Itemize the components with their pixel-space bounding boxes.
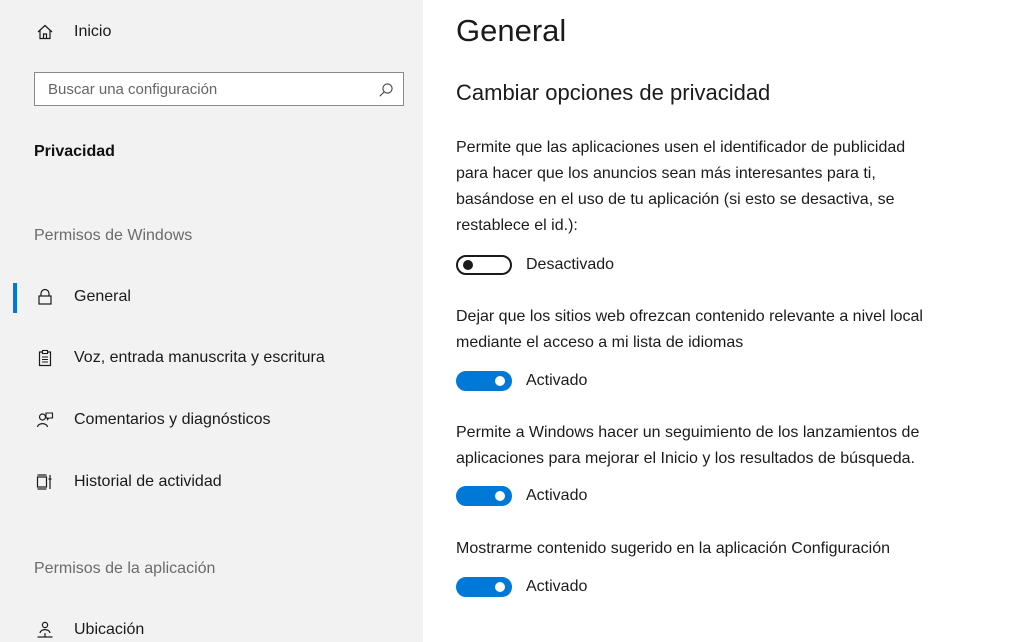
sidebar-item-ubicacion[interactable]: Ubicación (34, 619, 144, 641)
description-line: Dejar que los sitios web ofrezcan conten… (456, 308, 923, 325)
toggle-switch-suggested-content[interactable] (456, 577, 512, 597)
category-title: Privacidad (34, 143, 115, 160)
description-line: Permite que las aplicaciones usen el ide… (456, 139, 906, 156)
toggle-knob (495, 376, 505, 386)
sidebar-item-label: Voz, entrada manuscrita y escritura (74, 349, 325, 366)
home-icon (34, 21, 56, 43)
description-line: basándose en el uso de tu aplicación (si… (456, 191, 895, 208)
description-line: restablece el id.): (456, 217, 578, 234)
description-line: aplicaciones para mejorar el Inicio y lo… (456, 450, 915, 467)
toggle-switch-app-launch-tracking[interactable] (456, 486, 512, 506)
toggle-row-suggested-content: Activado (456, 577, 587, 597)
feedback-person-icon (34, 409, 56, 431)
sidebar-item-historial[interactable]: Historial de actividad (34, 471, 222, 493)
sidebar-item-label: General (74, 288, 131, 305)
clipboard-icon (34, 347, 56, 369)
description-line: para hacer que los anuncios sean más int… (456, 165, 876, 182)
toggle-state-label: Activado (526, 487, 588, 504)
section-header-windows: Permisos de Windows (34, 227, 193, 244)
toggle-switch-advertising-id[interactable] (456, 255, 512, 275)
home-label: Inicio (74, 23, 112, 40)
sidebar-item-label: Ubicación (74, 621, 145, 638)
sidebar-item-comentarios[interactable]: Comentarios y diagnósticos (34, 409, 271, 431)
page-title: General (456, 13, 567, 48)
setting-description-advertising-id: Permite que las aplicaciones usen el ide… (456, 135, 1018, 239)
description-line: mediante el acceso a mi lista de idiomas (456, 334, 744, 351)
setting-description-language-list: Dejar que los sitios web ofrezcan conten… (456, 304, 1018, 356)
lock-icon (34, 286, 56, 308)
sidebar-item-label: Historial de actividad (74, 473, 222, 490)
active-indicator (13, 283, 17, 313)
description-line: Mostrarme contenido sugerido en la aplic… (456, 540, 891, 557)
section-subtitle: Cambiar opciones de privacidad (456, 80, 771, 105)
toggle-row-app-launch-tracking: Activado (456, 486, 587, 506)
home-item[interactable]: Inicio (34, 21, 111, 43)
sidebar-item-voz[interactable]: Voz, entrada manuscrita y escritura (34, 347, 325, 369)
sidebar-item-label: Comentarios y diagnósticos (74, 411, 271, 428)
setting-description-app-launch-tracking: Permite a Windows hacer un seguimiento d… (456, 420, 1018, 472)
toggle-knob (495, 491, 505, 501)
toggle-state-label: Activado (526, 372, 588, 389)
search-icon[interactable] (378, 82, 394, 98)
toggle-state-label: Desactivado (526, 256, 615, 273)
setting-description-suggested-content: Mostrarme contenido sugerido en la aplic… (456, 536, 1018, 562)
toggle-knob (463, 260, 473, 270)
search-box[interactable] (34, 72, 404, 106)
sidebar-item-general[interactable]: General (34, 286, 131, 308)
section-header-app: Permisos de la aplicación (34, 560, 216, 577)
toggle-state-label: Activado (526, 578, 588, 595)
toggle-row-advertising-id: Desactivado (456, 255, 614, 275)
search-input[interactable] (35, 73, 368, 105)
toggle-row-language-list: Activado (456, 371, 587, 391)
toggle-knob (495, 582, 505, 592)
timeline-icon (34, 471, 56, 493)
sidebar: Inicio Privacidad Permisos de Windows Ge… (0, 0, 423, 642)
description-line: Permite a Windows hacer un seguimiento d… (456, 424, 920, 441)
location-person-icon (34, 619, 56, 641)
toggle-switch-language-list[interactable] (456, 371, 512, 391)
